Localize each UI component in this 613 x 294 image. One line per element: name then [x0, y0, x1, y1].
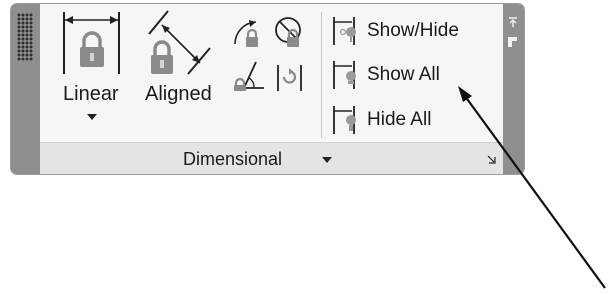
callout-arrow-icon — [458, 86, 606, 289]
